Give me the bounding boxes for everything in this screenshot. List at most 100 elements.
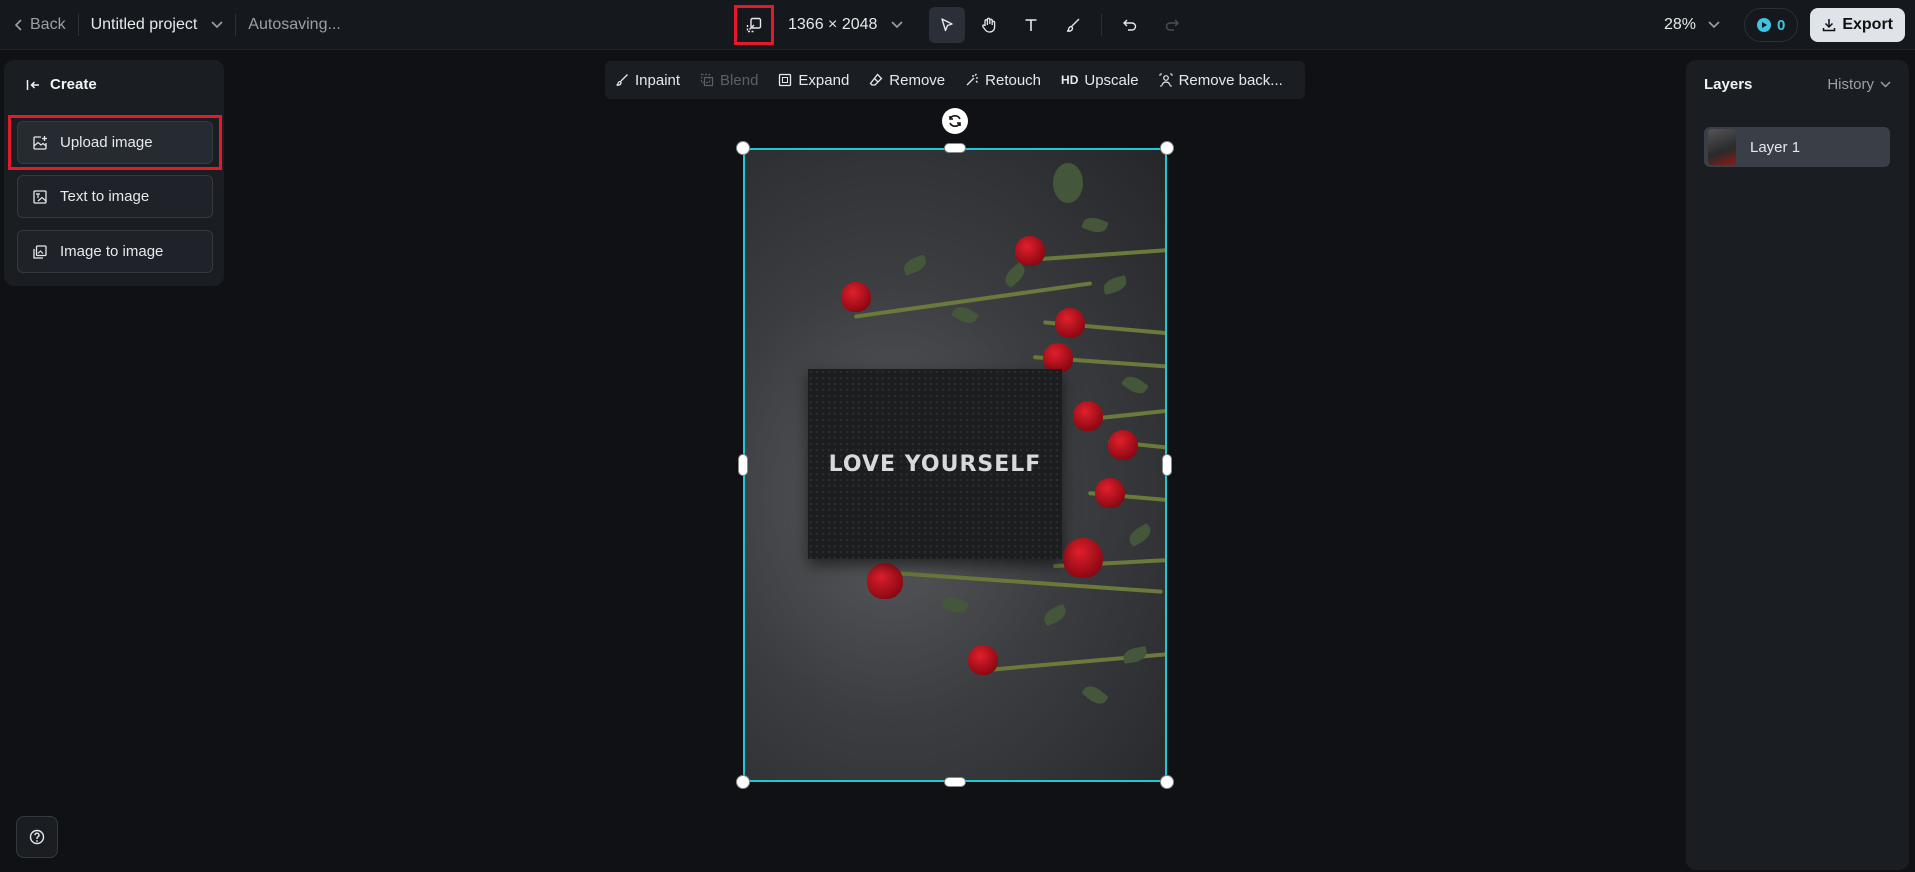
layers-panel: Layers History Layer 1 (1686, 60, 1909, 870)
divider (235, 14, 237, 36)
resize-handle-bottom-left[interactable] (736, 775, 750, 789)
autosave-status: Autosaving... (248, 16, 341, 33)
rose (1015, 236, 1045, 266)
blend-button[interactable]: Blend (700, 72, 758, 89)
layer-item[interactable]: Layer 1 (1704, 127, 1890, 167)
eraser-icon (869, 73, 883, 87)
chevron-down-icon (1708, 21, 1720, 29)
tool-group (929, 7, 1190, 43)
rose-leaf (1053, 163, 1083, 203)
rose-leaf (941, 593, 969, 617)
project-name-dropdown[interactable]: Untitled project (91, 16, 224, 34)
rose (1055, 308, 1085, 338)
resize-icon (746, 17, 762, 33)
text-to-image-button[interactable]: Text to image (17, 175, 213, 218)
redo-icon (1164, 17, 1180, 33)
history-label: History (1827, 76, 1874, 93)
create-panel: Create Upload image Text to image Image … (4, 60, 224, 286)
expand-button[interactable]: Expand (778, 72, 849, 89)
remove-background-label: Remove back... (1178, 71, 1283, 89)
resize-handle-top-right[interactable] (1160, 141, 1174, 155)
rose (867, 563, 903, 599)
resize-handle-right[interactable] (1162, 454, 1172, 476)
export-label: Export (1842, 16, 1893, 33)
upload-image-button[interactable]: Upload image (17, 121, 213, 164)
history-dropdown[interactable]: History (1827, 76, 1891, 93)
export-button[interactable]: Export (1810, 8, 1905, 42)
remove-background-icon (1159, 73, 1173, 87)
chevron-down-icon (891, 21, 903, 29)
create-panel-header[interactable]: Create (4, 60, 224, 109)
inpaint-button[interactable]: Inpaint (615, 72, 680, 89)
text-tool-button[interactable] (1013, 7, 1049, 43)
resize-handle-top[interactable] (944, 143, 966, 153)
brush-tool-button[interactable] (1055, 7, 1091, 43)
chevron-left-icon (14, 18, 24, 32)
rose-leaf (1081, 681, 1109, 709)
top-bar-right: 28% 0 Export (1664, 0, 1905, 50)
credits-badge[interactable]: 0 (1743, 8, 1799, 42)
upscale-button[interactable]: HD Upscale (1061, 72, 1139, 89)
download-icon (1822, 18, 1836, 32)
canvas-size-controls: 1366 × 2048 (734, 0, 903, 50)
hand-tool-button[interactable] (971, 7, 1007, 43)
help-button[interactable] (16, 816, 58, 858)
resize-handle-top-left[interactable] (736, 141, 750, 155)
retouch-button[interactable]: Retouch (965, 72, 1041, 89)
board-text: LOVE YOURSELF (828, 451, 1042, 477)
inpaint-label: Inpaint (635, 71, 681, 89)
image-to-image-label: Image to image (60, 243, 164, 260)
layers-title[interactable]: Layers (1704, 76, 1752, 93)
layer-thumbnail (1708, 129, 1736, 165)
rose-stem (883, 570, 1163, 594)
rose (968, 645, 998, 675)
undo-icon (1122, 17, 1138, 33)
resize-handle-left[interactable] (738, 454, 748, 476)
layers-panel-header: Layers History (1686, 60, 1909, 109)
chevron-down-icon (211, 21, 223, 29)
divider (1101, 14, 1102, 36)
back-button[interactable]: Back (14, 16, 66, 34)
resize-handle-bottom-right[interactable] (1160, 775, 1174, 789)
remove-button[interactable]: Remove (869, 72, 945, 89)
remove-label: Remove (889, 71, 946, 89)
image-to-image-button[interactable]: Image to image (17, 230, 213, 273)
top-bar: Back Untitled project Autosaving... 1366… (0, 0, 1915, 50)
select-tool-button[interactable] (929, 7, 965, 43)
canvas-dimensions-dropdown[interactable]: 1366 × 2048 (788, 16, 903, 34)
rose-leaf (1101, 275, 1129, 295)
undo-button[interactable] (1112, 7, 1148, 43)
rose-leaf (1121, 372, 1149, 398)
remove-background-button[interactable]: Remove back... (1159, 72, 1283, 89)
resize-canvas-button[interactable] (734, 5, 774, 45)
upscale-label: Upscale (1084, 71, 1139, 89)
rose-leaf (1041, 603, 1069, 627)
letter-board: LOVE YOURSELF (808, 369, 1062, 559)
rose-leaf (1126, 522, 1154, 548)
upload-image-icon (32, 135, 48, 151)
credits-count: 0 (1776, 16, 1786, 34)
retouch-wand-icon (965, 73, 979, 87)
blend-icon (700, 73, 714, 87)
redo-button[interactable] (1154, 7, 1190, 43)
divider (77, 14, 79, 36)
back-label: Back (30, 16, 66, 33)
rose-leaf (1001, 261, 1029, 289)
rose (1108, 430, 1138, 460)
expand-icon (778, 73, 792, 87)
rotate-handle[interactable] (942, 108, 968, 134)
upload-image-label: Upload image (60, 134, 153, 151)
canvas-image[interactable]: LOVE YOURSELF (743, 148, 1167, 782)
top-bar-left: Back Untitled project Autosaving... (14, 0, 341, 50)
retouch-label: Retouch (985, 71, 1042, 89)
zoom-dropdown[interactable]: 28% (1664, 16, 1720, 34)
image-to-image-icon (32, 244, 48, 260)
brush-icon (1065, 17, 1081, 33)
expand-label: Expand (798, 71, 850, 89)
resize-handle-bottom[interactable] (944, 777, 966, 787)
rose (841, 282, 871, 312)
hd-icon: HD (1061, 73, 1079, 87)
rose-leaf (1121, 646, 1149, 664)
create-panel-title: Create (50, 76, 97, 93)
text-to-image-label: Text to image (60, 188, 150, 205)
